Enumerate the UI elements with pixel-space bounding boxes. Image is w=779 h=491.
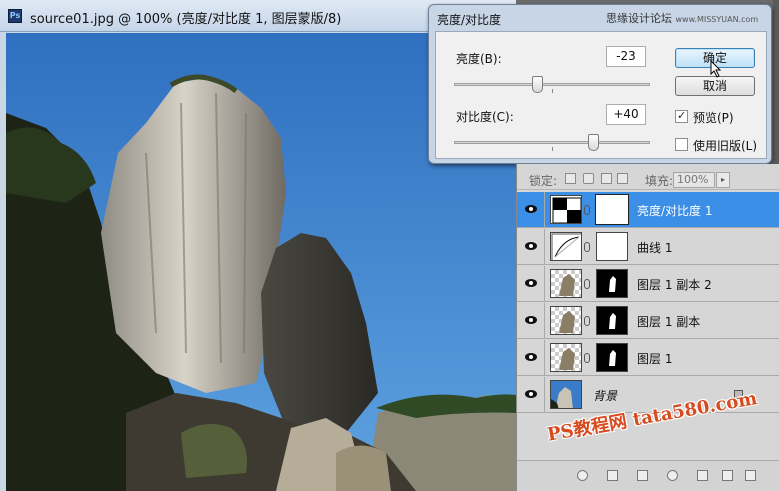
visibility-toggle[interactable]: [517, 192, 545, 228]
document-title: source01.jpg @ 100% (亮度/对比度 1, 图层蒙版/8): [30, 12, 342, 27]
link-layers-icon[interactable]: [577, 470, 588, 481]
lock-position-icon[interactable]: [601, 173, 612, 184]
visibility-toggle[interactable]: [517, 229, 545, 265]
dialog-panel: 亮度(B): -23 对比度(C): +40 确定 取消 ✓ 预览(P) 使用旧…: [435, 31, 767, 159]
brightness-label: 亮度(B):: [456, 52, 502, 66]
visibility-toggle[interactable]: [517, 340, 545, 376]
preview-checkbox[interactable]: ✓: [675, 109, 688, 123]
contrast-input[interactable]: +40: [606, 104, 646, 125]
lock-pixels-icon[interactable]: [583, 173, 594, 184]
link-icon[interactable]: [584, 205, 590, 215]
checkmark-icon: ✓: [677, 109, 687, 122]
layer-mask-thumbnail[interactable]: [596, 232, 628, 261]
layer-thumbnail: [550, 306, 582, 335]
lock-all-icon[interactable]: [617, 173, 628, 184]
photoshop-app-icon: Ps: [8, 9, 22, 23]
layer-row-brightness-contrast[interactable]: 亮度/对比度 1: [517, 192, 779, 228]
link-icon[interactable]: [584, 353, 590, 363]
contrast-slider-center-tick: [552, 147, 553, 151]
brightness-slider-thumb[interactable]: [532, 76, 543, 93]
layer-name[interactable]: 图层 1 副本 2: [637, 276, 712, 293]
dialog-title: 亮度/对比度: [437, 13, 502, 27]
link-icon[interactable]: [584, 279, 590, 289]
delete-layer-icon[interactable]: [745, 470, 756, 481]
watermark-top: 思缘设计论坛 www.MISSYUAN.com: [606, 10, 758, 26]
layer-row-layer1[interactable]: 图层 1: [517, 340, 779, 376]
layer-mask-thumbnail[interactable]: [596, 306, 628, 335]
brightness-input[interactable]: -23: [606, 46, 646, 67]
layer-name[interactable]: 亮度/对比度 1: [637, 202, 713, 219]
lock-transparency-icon[interactable]: [565, 173, 576, 184]
eye-icon: [525, 316, 537, 324]
layer-row-layer1-copy[interactable]: 图层 1 副本: [517, 303, 779, 339]
adjustment-brightness-icon: [550, 195, 582, 224]
new-layer-icon[interactable]: [722, 470, 733, 481]
brightness-slider-center-tick: [552, 89, 553, 93]
layer-thumbnail: [550, 269, 582, 298]
layer-row-curves[interactable]: 曲线 1: [517, 229, 779, 265]
layer-row-layer1-copy2[interactable]: 图层 1 副本 2: [517, 266, 779, 302]
layer-name[interactable]: 曲线 1: [637, 239, 672, 256]
layers-footer: [517, 460, 779, 491]
background-strip: [773, 0, 779, 164]
add-mask-icon[interactable]: [637, 470, 648, 481]
layer-mask-thumbnail[interactable]: [595, 194, 629, 225]
legacy-checkbox[interactable]: [675, 138, 688, 151]
layer-name[interactable]: 图层 1 副本: [637, 313, 700, 330]
brightness-slider-track[interactable]: [454, 83, 650, 86]
eye-icon: [525, 205, 537, 213]
fill-input[interactable]: 100%: [673, 172, 715, 188]
fill-label: 填充:: [645, 174, 674, 188]
watermark-top-text: 思缘设计论坛: [606, 12, 672, 25]
layer-mask-thumbnail[interactable]: [596, 343, 628, 372]
layer-name[interactable]: 背景: [593, 387, 617, 404]
contrast-slider-thumb[interactable]: [588, 134, 599, 151]
adjustment-curves-icon: [550, 232, 582, 261]
legacy-label[interactable]: 使用旧版(L): [693, 137, 757, 154]
visibility-toggle[interactable]: [517, 266, 545, 302]
brightness-contrast-dialog: 亮度/对比度 思缘设计论坛 www.MISSYUAN.com 亮度(B): -2…: [428, 4, 772, 164]
mouse-cursor-icon: [710, 60, 722, 78]
visibility-toggle[interactable]: [517, 377, 545, 413]
link-icon[interactable]: [584, 242, 590, 252]
eye-icon: [525, 279, 537, 287]
layer-style-icon[interactable]: [607, 470, 618, 481]
watermark-top-sub: www.MISSYUAN.com: [675, 15, 759, 24]
eye-icon: [525, 390, 537, 398]
preview-label[interactable]: 预览(P): [693, 109, 734, 126]
layer-name[interactable]: 图层 1: [637, 350, 672, 367]
new-adjustment-icon[interactable]: [667, 470, 678, 481]
eye-icon: [525, 353, 537, 361]
visibility-toggle[interactable]: [517, 303, 545, 339]
contrast-label: 对比度(C):: [456, 110, 514, 124]
new-group-icon[interactable]: [697, 470, 708, 481]
layer-mask-thumbnail[interactable]: [596, 269, 628, 298]
link-icon[interactable]: [584, 316, 590, 326]
contrast-slider-track[interactable]: [454, 141, 650, 144]
fill-arrow-icon[interactable]: ▸: [716, 172, 730, 188]
eye-icon: [525, 242, 537, 250]
layer-thumbnail: [550, 343, 582, 372]
layer-thumbnail: [550, 380, 582, 409]
lock-label: 锁定:: [529, 174, 558, 188]
cancel-button[interactable]: 取消: [675, 76, 755, 96]
lock-row: 锁定: 填充: 100% ▸: [517, 168, 779, 190]
